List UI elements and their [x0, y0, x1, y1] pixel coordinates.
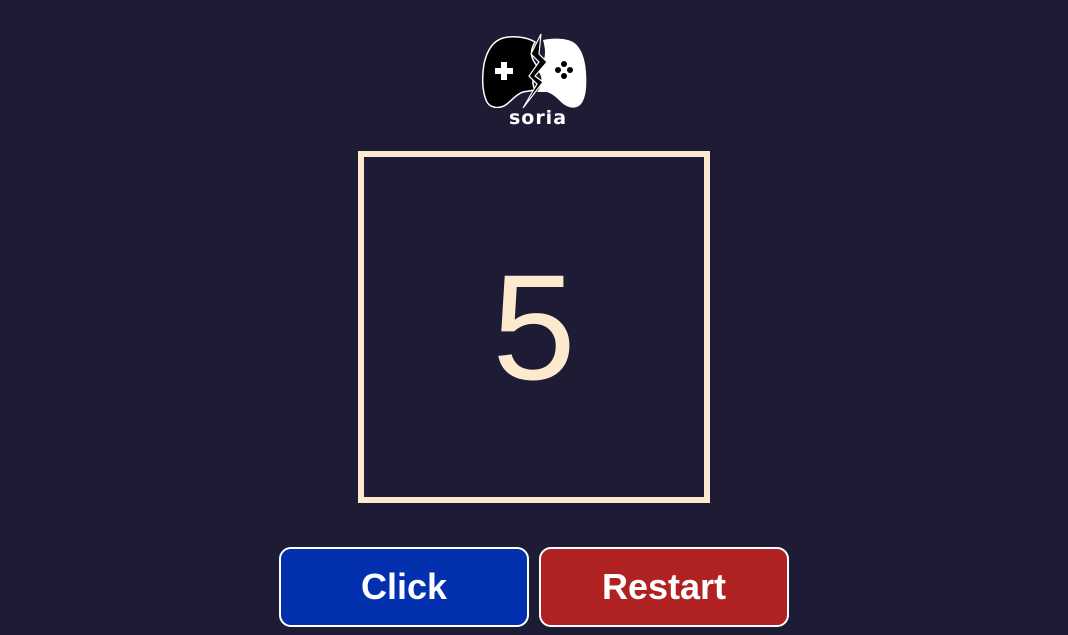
counter-display: 5 — [358, 151, 710, 503]
logo: soria — [481, 32, 587, 130]
counter-value: 5 — [492, 243, 576, 411]
gamepad-logo-icon — [481, 33, 587, 108]
restart-button[interactable]: Restart — [539, 547, 789, 627]
logo-text: soria — [508, 107, 568, 129]
click-button[interactable]: Click — [279, 547, 529, 627]
